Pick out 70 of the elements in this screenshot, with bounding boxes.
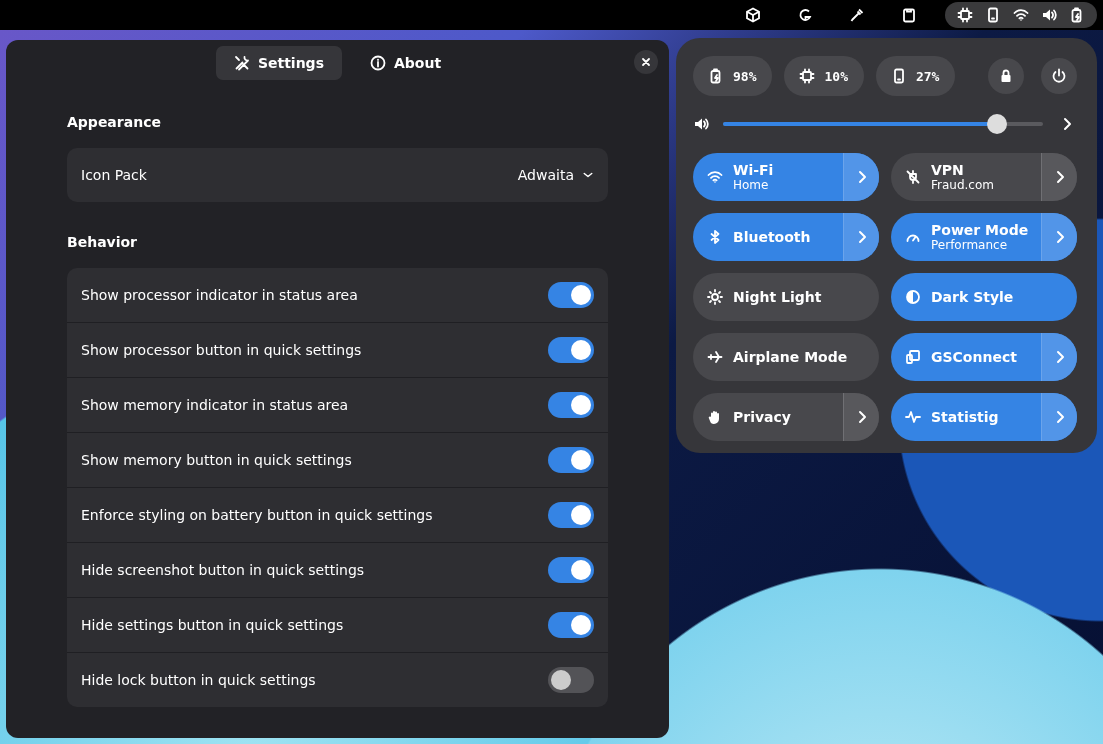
row-label: Icon Pack bbox=[81, 167, 147, 183]
activity-icon bbox=[905, 409, 921, 425]
tools-icon bbox=[233, 55, 250, 71]
toggle-switch[interactable] bbox=[548, 502, 594, 528]
info-icon bbox=[369, 55, 386, 71]
dropdown[interactable]: Adwaita bbox=[517, 167, 594, 183]
vpn-off-icon bbox=[905, 169, 921, 185]
toggle-switch[interactable] bbox=[548, 667, 594, 693]
letter-g-icon bbox=[797, 7, 813, 23]
row-label: Show processor button in quick settings bbox=[81, 342, 362, 358]
tab[interactable]: About bbox=[351, 46, 460, 80]
wifi-icon bbox=[707, 169, 723, 185]
toggle-button[interactable]: Bluetooth bbox=[693, 213, 843, 261]
lock-button[interactable] bbox=[988, 58, 1024, 94]
menu-button[interactable] bbox=[843, 213, 879, 261]
toggle-button[interactable]: VPN Fraud.com bbox=[891, 153, 1041, 201]
eyedropper-icon bbox=[849, 7, 865, 23]
toggle-button[interactable]: Dark Style bbox=[891, 273, 1077, 321]
sun-icon bbox=[707, 289, 723, 305]
row-label: Enforce styling on battery button in quick settings bbox=[81, 507, 433, 523]
toggle-switch[interactable] bbox=[548, 612, 594, 638]
clipboard-icon bbox=[901, 7, 917, 23]
volume-slider[interactable] bbox=[723, 114, 1043, 134]
chevron-right-icon bbox=[1061, 117, 1073, 131]
toggle-button[interactable]: Statistig bbox=[891, 393, 1041, 441]
toggle-button[interactable]: Night Light bbox=[693, 273, 879, 321]
row-label: Hide lock button in quick settings bbox=[81, 672, 316, 688]
close-icon bbox=[640, 56, 652, 68]
section-heading: Behavior bbox=[67, 234, 139, 252]
toggle-switch[interactable] bbox=[548, 557, 594, 583]
toggle-button[interactable]: Power Mode Performance bbox=[891, 213, 1041, 261]
toggle-switch[interactable] bbox=[548, 392, 594, 418]
wifi-icon bbox=[1013, 7, 1029, 23]
toggle-button[interactable]: GSConnect bbox=[891, 333, 1041, 381]
speaker-icon bbox=[1041, 7, 1057, 23]
toggle-button[interactable]: Wi-Fi Home bbox=[693, 153, 843, 201]
cube-icon bbox=[745, 7, 761, 23]
status-button[interactable]: 10% bbox=[784, 56, 864, 96]
row-label: Hide screenshot button in quick settings bbox=[81, 562, 365, 578]
airplane-icon bbox=[707, 349, 723, 365]
power-button[interactable] bbox=[1041, 58, 1077, 94]
status-button[interactable]: 27% bbox=[875, 56, 956, 96]
phone-icon bbox=[985, 7, 1001, 23]
row-label: Show memory indicator in status area bbox=[81, 397, 349, 413]
toggle-switch[interactable] bbox=[548, 337, 594, 363]
contrast-icon bbox=[905, 289, 921, 305]
speaker-icon bbox=[693, 116, 709, 132]
menu-button[interactable] bbox=[1041, 393, 1077, 441]
toggle-button[interactable]: Privacy bbox=[693, 393, 843, 441]
toggle-button[interactable]: Airplane Mode bbox=[693, 333, 879, 381]
row-label: Hide settings button in quick settings bbox=[81, 617, 344, 633]
devices-icon bbox=[905, 349, 921, 365]
menu-button[interactable] bbox=[843, 393, 879, 441]
menu-button[interactable] bbox=[1041, 333, 1077, 381]
processor-icon bbox=[799, 68, 816, 84]
slider-handle[interactable] bbox=[987, 114, 1007, 134]
row-label: Show processor indicator in status area bbox=[81, 287, 358, 303]
close-button[interactable] bbox=[634, 50, 658, 74]
menu-button[interactable] bbox=[1041, 153, 1077, 201]
section-heading: Appearance bbox=[67, 114, 162, 132]
status-area[interactable] bbox=[945, 2, 1097, 28]
toggle-switch[interactable] bbox=[548, 447, 594, 473]
status-button[interactable]: 98% bbox=[693, 56, 773, 96]
power-icon bbox=[1051, 68, 1067, 84]
toggle-switch[interactable] bbox=[548, 282, 594, 308]
menu-button[interactable] bbox=[843, 153, 879, 201]
row-label: Show memory button in quick settings bbox=[81, 452, 352, 468]
tab[interactable]: Settings bbox=[215, 46, 342, 80]
menu-button[interactable] bbox=[1041, 213, 1077, 261]
processor-icon bbox=[957, 7, 973, 23]
